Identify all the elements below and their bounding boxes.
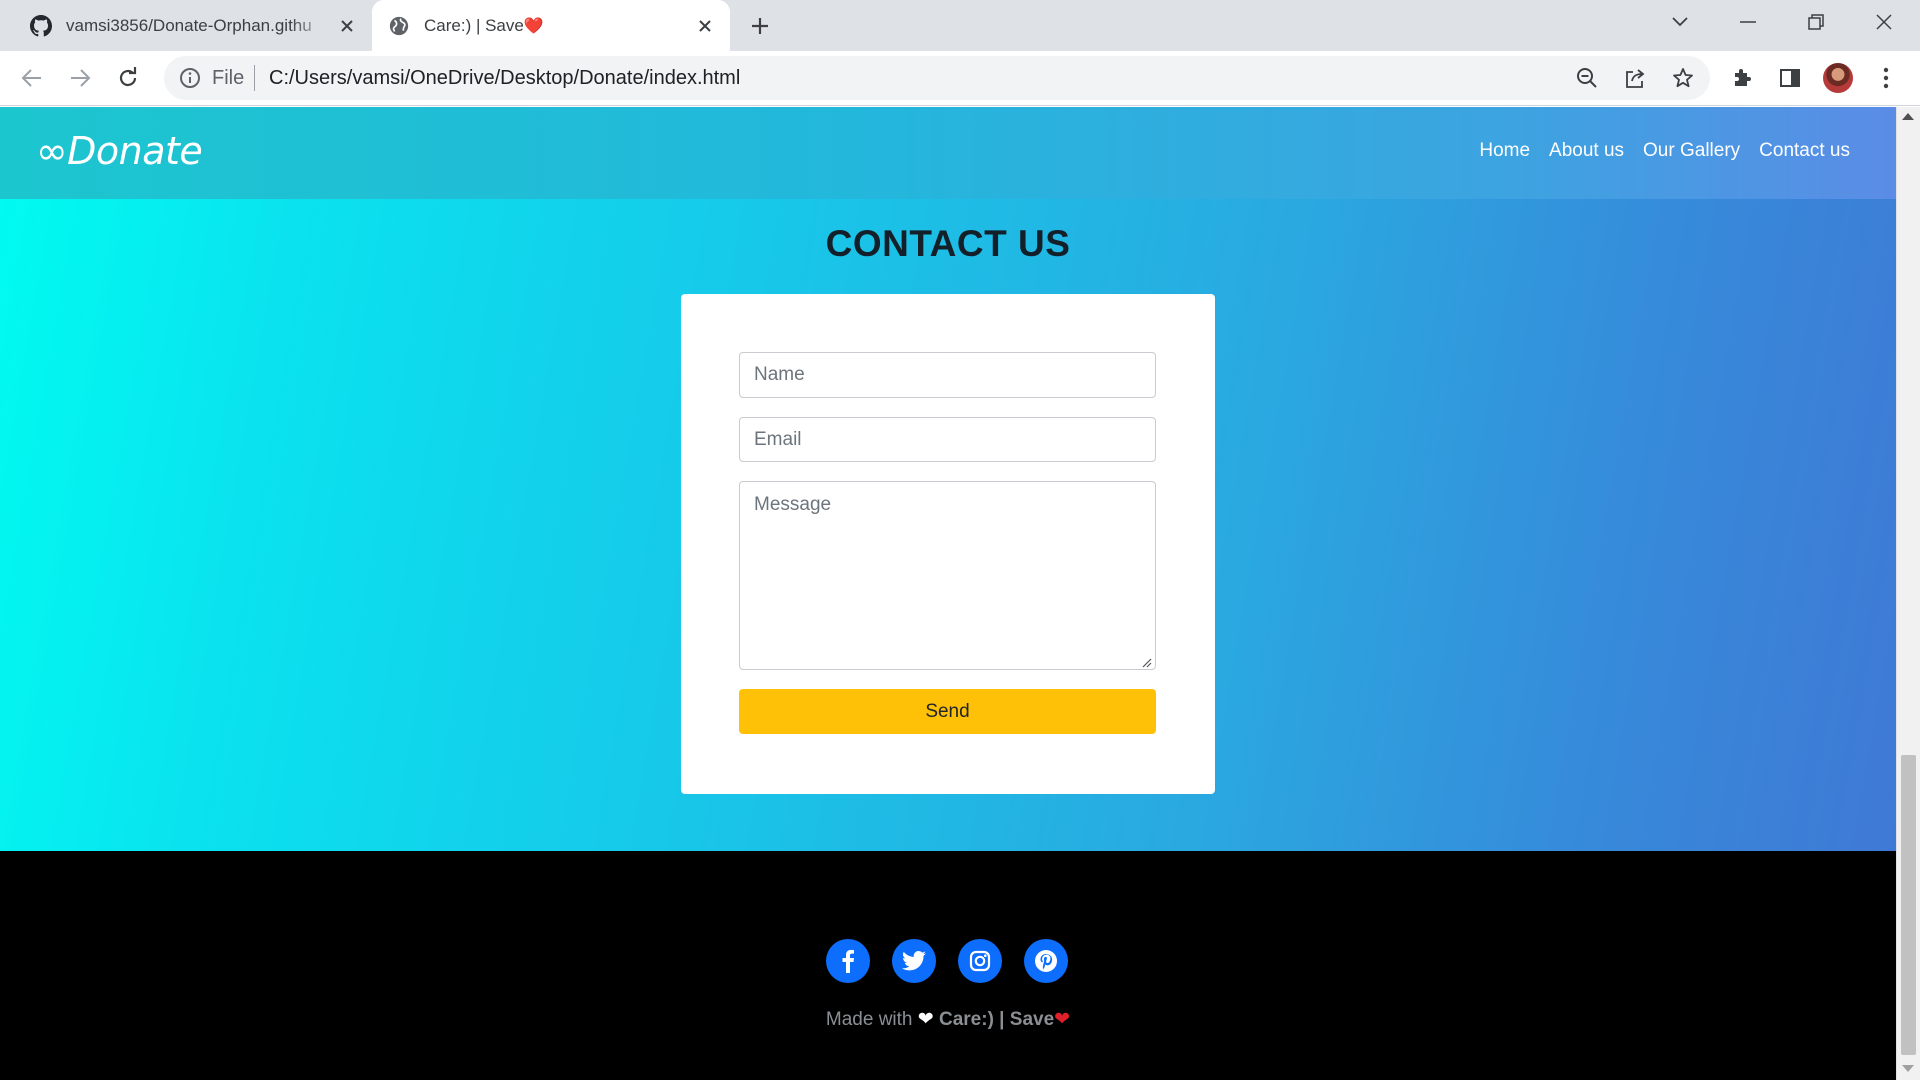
site-info-icon[interactable] (178, 66, 202, 90)
nav-contact-us[interactable]: Contact us (1759, 140, 1850, 162)
globe-icon (389, 16, 409, 36)
address-divider (254, 65, 255, 91)
new-tab-icon[interactable] (742, 8, 778, 44)
forward-icon[interactable] (61, 59, 99, 97)
tab-close-icon[interactable] (688, 9, 722, 43)
page-scrollbar[interactable] (1896, 107, 1920, 1080)
tab-github[interactable]: vamsi3856/Donate-Orphan.githu (14, 0, 372, 51)
footer-brand: Care:) | Save (939, 1009, 1055, 1030)
send-button[interactable]: Send (739, 689, 1156, 734)
page-viewport: ∞Donate Home About us Our Gallery Contac… (0, 107, 1896, 1080)
site-navbar: ∞Donate Home About us Our Gallery Contac… (0, 107, 1896, 199)
made-with-label: Made with (825, 1009, 913, 1030)
zoom-icon[interactable] (1572, 63, 1602, 93)
site-logo[interactable]: ∞Donate (36, 129, 203, 173)
scroll-down-icon[interactable] (1902, 1065, 1914, 1072)
facebook-icon[interactable] (826, 939, 870, 983)
instagram-icon[interactable] (958, 939, 1002, 983)
contact-form-card: Send (681, 294, 1215, 794)
nav-about-us[interactable]: About us (1549, 140, 1624, 162)
nav-home[interactable]: Home (1479, 140, 1530, 162)
email-field[interactable] (739, 417, 1156, 462)
heart-red-icon: ❤ (1054, 1009, 1071, 1030)
scroll-up-icon[interactable] (1902, 113, 1914, 120)
minimize-icon[interactable] (1720, 0, 1776, 44)
page-title: CONTACT US (825, 223, 1071, 264)
github-icon (30, 14, 52, 36)
reload-icon[interactable] (109, 59, 147, 97)
heart-white-icon: ❤ (917, 1009, 934, 1030)
address-bar[interactable]: File C:/Users/vamsi/OneDrive/Desktop/Don… (164, 56, 1710, 100)
bookmark-star-icon[interactable] (1668, 63, 1698, 93)
side-panel-icon[interactable] (1771, 59, 1809, 97)
tab-title: vamsi3856/Donate-Orphan.githu (66, 15, 312, 35)
browser-toolbar: File C:/Users/vamsi/OneDrive/Desktop/Don… (0, 51, 1920, 106)
address-scheme-label: File (212, 67, 245, 89)
back-icon[interactable] (13, 59, 51, 97)
resize-grip-icon[interactable] (1140, 656, 1152, 668)
avatar (1823, 63, 1853, 93)
name-field[interactable] (739, 352, 1156, 398)
tab-care-save[interactable]: Care:) | Save❤️ (372, 0, 730, 52)
footer-credit: Made with ❤ Care:) | Save❤ (0, 1008, 1896, 1031)
tab-search-chevron-icon[interactable] (1652, 0, 1708, 44)
nav-our-gallery[interactable]: Our Gallery (1643, 140, 1740, 162)
twitter-icon[interactable] (892, 939, 936, 983)
pinterest-icon[interactable] (1024, 939, 1068, 983)
profile-avatar[interactable] (1819, 59, 1857, 97)
address-url[interactable]: C:/Users/vamsi/OneDrive/Desktop/Donate/i… (269, 67, 740, 90)
nav-links: Home About us Our Gallery Contact us (1479, 140, 1850, 162)
share-icon[interactable] (1620, 63, 1650, 93)
restore-icon[interactable] (1788, 0, 1844, 44)
close-window-icon[interactable] (1856, 0, 1912, 44)
tab-close-icon[interactable] (330, 9, 364, 43)
menu-kebab-icon[interactable] (1867, 59, 1905, 97)
contact-section: CONTACT US Send (0, 199, 1896, 851)
scroll-thumb[interactable] (1901, 755, 1916, 1055)
site-footer: Made with ❤ Care:) | Save❤ (0, 851, 1896, 1080)
tab-title: Care:) | Save❤️ (424, 16, 544, 35)
message-field[interactable] (739, 481, 1156, 670)
browser-tabstrip: vamsi3856/Donate-Orphan.githu Care:) | S… (0, 0, 1920, 52)
extensions-icon[interactable] (1723, 59, 1761, 97)
